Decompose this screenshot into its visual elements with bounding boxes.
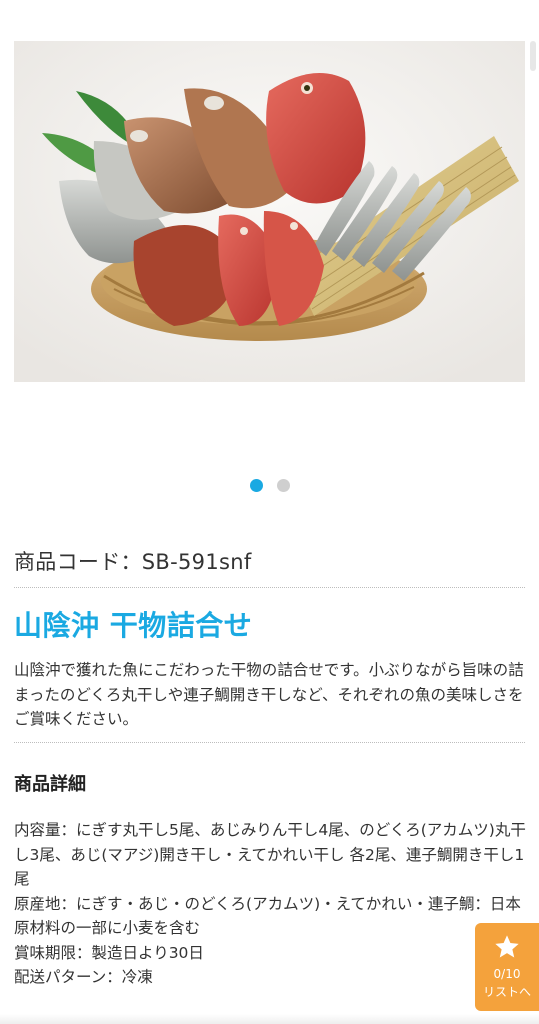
detail-expiry: 賞味期限：製造日より30日 <box>14 943 204 962</box>
product-code: 商品コード：SB-591snf <box>14 550 252 574</box>
product-details: 内容量：にぎす丸干し5尾、あじみりん干し4尾、のどくろ(アカムツ)丸干し3尾、あ… <box>14 818 526 990</box>
product-description: 山陰沖で獲れた魚にこだわった干物の詰合せです。小ぶりながら旨味の詰まったのどくろ… <box>14 661 524 728</box>
star-icon <box>495 935 519 958</box>
detail-contents: 内容量：にぎす丸干し5尾、あじみりん干し4尾、のどくろ(アカムツ)丸干し3尾、あ… <box>14 821 526 888</box>
scroll-indicator <box>530 41 536 71</box>
favorite-label: リストへ <box>482 985 531 999</box>
divider <box>14 587 525 588</box>
carousel-dot-1[interactable] <box>249 479 263 492</box>
product-title: 山陰沖 干物詰合せ <box>14 609 253 642</box>
product-image-carousel[interactable] <box>14 41 525 382</box>
bottom-edge <box>0 1014 539 1024</box>
detail-allergen: 原材料の一部に小麦を含む <box>14 919 201 937</box>
dried-fish-basket-photo <box>14 41 525 382</box>
carousel-pagination <box>0 479 539 493</box>
carousel-dot-2[interactable] <box>276 479 290 492</box>
detail-origin: 原産地：にぎす・あじ・のどくろ(アカムツ)・えてかれい・連子鯛：日本 <box>14 894 521 913</box>
detail-delivery: 配送パターン：冷凍 <box>14 968 153 986</box>
favorite-count: 0/10 <box>493 967 521 981</box>
product-page: 商品コード：SB-591snf 山陰沖 干物詰合せ 山陰沖で獲れた魚にこだわった… <box>0 0 539 1024</box>
details-heading: 商品詳細 <box>14 774 86 795</box>
divider <box>14 742 525 743</box>
add-to-list-button[interactable]: 0/10 リストへ <box>475 923 539 1011</box>
